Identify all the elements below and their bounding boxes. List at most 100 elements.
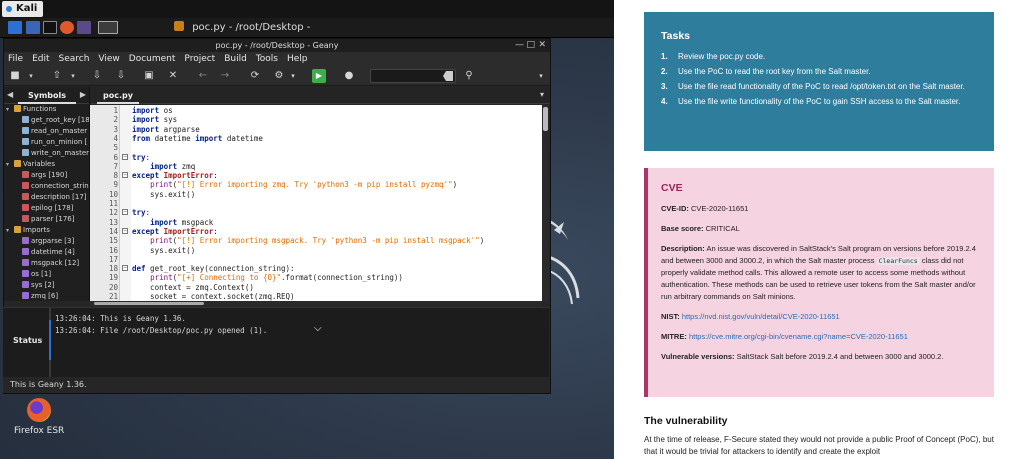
fold-toggle-icon[interactable]: − xyxy=(122,172,128,179)
symbol-item[interactable]: description [17] xyxy=(4,192,89,203)
fold-toggle-icon[interactable]: − xyxy=(122,153,128,160)
save-icon[interactable]: ⇩ xyxy=(90,69,104,83)
forward-icon[interactable]: → xyxy=(218,69,232,83)
new-dropdown-icon[interactable]: ▾ xyxy=(24,69,38,83)
menu-edit[interactable]: Edit xyxy=(32,52,49,66)
symbol-label: zmq [6] xyxy=(31,292,59,300)
code-editor[interactable]: 1 2 3 4 5 6 7 8 9 10 11 12 13 14 15 16 17 18 19 20 21 import… xyxy=(90,105,542,301)
symbol-icon xyxy=(22,259,29,266)
close-icon[interactable]: ✕ xyxy=(538,39,546,52)
symbol-category[interactable]: ▾ Imports xyxy=(4,225,89,236)
open-dropdown-icon[interactable]: ▾ xyxy=(66,69,80,83)
cve-description-label: Description: xyxy=(661,244,705,253)
symbol-item[interactable]: os [1] xyxy=(4,269,89,280)
menu-document[interactable]: Document xyxy=(129,52,176,66)
symbol-tree: ▾ Functions get_root_key [18] read_on_maste… xyxy=(4,104,89,302)
symbol-item[interactable]: zmq [6] xyxy=(4,291,89,302)
new-file-icon[interactable]: ■ xyxy=(8,69,22,83)
editor-vertical-scrollbar[interactable] xyxy=(542,105,549,301)
symbol-item[interactable]: parser [176] xyxy=(4,214,89,225)
tab-symbols[interactable]: Symbols xyxy=(18,87,76,104)
active-tab-indicator xyxy=(49,320,51,360)
fold-toggle-icon[interactable]: − xyxy=(122,227,128,234)
save-all-icon[interactable]: ⇩ xyxy=(114,69,128,83)
menu-view[interactable]: View xyxy=(98,52,119,66)
file-manager-icon[interactable] xyxy=(26,21,40,34)
search-clear-icon[interactable] xyxy=(443,71,453,81)
menu-build[interactable]: Build xyxy=(224,52,247,66)
kali-menu-button[interactable]: Kali xyxy=(2,1,44,17)
cve-nist-link[interactable]: https://nvd.nist.gov/vuln/detail/CVE-202… xyxy=(682,312,840,321)
menu-search[interactable]: Search xyxy=(59,52,90,66)
open-file-icon[interactable]: ⇧ xyxy=(50,69,64,83)
symbol-icon xyxy=(22,292,29,299)
tab-list-dropdown-icon[interactable]: ▾ xyxy=(540,90,544,99)
status-tab-label[interactable]: Status xyxy=(13,336,42,345)
menu-help[interactable]: Help xyxy=(287,52,308,66)
expander-icon[interactable]: ▾ xyxy=(6,159,14,170)
settings-launcher-icon[interactable] xyxy=(77,21,91,34)
expander-icon[interactable]: ▾ xyxy=(6,225,14,236)
close-file-icon[interactable]: ✕ xyxy=(166,69,180,83)
symbol-label: write_on_master xyxy=(31,149,89,157)
category-icon xyxy=(14,226,21,233)
menu-file[interactable]: File xyxy=(8,52,23,66)
workspace-switcher[interactable] xyxy=(98,21,118,34)
symbol-item[interactable]: connection_strin xyxy=(4,181,89,192)
symbol-item[interactable]: run_on_minion [ xyxy=(4,137,89,148)
symbol-item[interactable]: write_on_master xyxy=(4,148,89,159)
taskbar-geany-task[interactable]: poc.py - /root/Desktop - ... xyxy=(174,20,314,49)
symbol-item[interactable]: args [190] xyxy=(4,170,89,181)
color-chooser-icon[interactable]: ● xyxy=(342,69,356,83)
message-window: Status 13:26:04: This is Geany 1.36. 13:… xyxy=(3,307,549,378)
firefox-desktop-shortcut[interactable]: Firefox ESR xyxy=(14,398,64,436)
maximize-icon[interactable]: □ xyxy=(526,39,535,52)
symbol-item[interactable]: sys [2] xyxy=(4,280,89,291)
line-number: 21 xyxy=(108,292,118,301)
menu-project[interactable]: Project xyxy=(184,52,215,66)
terminal-icon[interactable] xyxy=(43,21,57,34)
symbol-label: Functions xyxy=(23,105,57,113)
menu-tools[interactable]: Tools xyxy=(256,52,278,66)
fold-toggle-icon[interactable]: − xyxy=(122,265,128,272)
build-settings-icon[interactable]: ⚙ xyxy=(272,69,286,83)
search-icon[interactable]: ⚲ xyxy=(462,69,476,83)
back-icon[interactable]: ← xyxy=(196,69,210,83)
category-icon xyxy=(14,160,21,167)
firefox-launcher-icon[interactable] xyxy=(60,21,74,34)
vertical-scroll-thumb[interactable] xyxy=(543,107,548,131)
kali-top-panel: Kali xyxy=(0,0,614,18)
symbol-item[interactable]: read_on_master [ xyxy=(4,126,89,137)
symbol-item[interactable]: get_root_key [18] xyxy=(4,115,89,126)
symbol-item[interactable]: msgpack [12] xyxy=(4,258,89,269)
symbol-item[interactable]: datetime [4] xyxy=(4,247,89,258)
symbol-category[interactable]: ▾ Variables xyxy=(4,159,89,170)
symbol-icon xyxy=(22,281,29,288)
toolbar-overflow-icon[interactable]: ▾ xyxy=(534,69,548,83)
expander-icon[interactable]: ▾ xyxy=(6,104,14,115)
fold-toggle-icon[interactable]: − xyxy=(122,209,128,216)
cve-mitre-link[interactable]: https://cve.mitre.org/cgi-bin/cvename.cg… xyxy=(689,332,908,341)
editor-horizontal-scrollbar[interactable] xyxy=(90,301,542,306)
tab-right-arrow-icon[interactable]: ▶ xyxy=(80,90,86,99)
symbol-item[interactable]: epilog [178] xyxy=(4,203,89,214)
geany-title-bar[interactable]: poc.py - /root/Desktop - Geany — □ ✕ xyxy=(4,39,550,52)
minimize-icon[interactable]: — xyxy=(515,39,524,52)
kali-menu-label: Kali xyxy=(16,3,38,14)
build-dropdown-icon[interactable]: ▾ xyxy=(286,69,300,83)
tasks-box: Tasks 1. Review the poc.py code. 2. Use th… xyxy=(644,12,994,151)
symbol-icon xyxy=(22,149,29,156)
run-icon[interactable]: ▶ xyxy=(312,69,326,83)
symbol-label: args [190] xyxy=(31,171,68,179)
reload-icon[interactable]: ⟳ xyxy=(248,69,262,83)
show-desktop-icon[interactable] xyxy=(8,21,22,34)
tab-left-arrow-icon[interactable]: ◀ xyxy=(7,90,13,99)
symbol-label: connection_strin xyxy=(31,182,89,190)
revert-icon[interactable]: ▣ xyxy=(142,69,156,83)
tab-poc-py[interactable]: poc.py xyxy=(97,87,139,104)
symbol-item[interactable]: argparse [3] xyxy=(4,236,89,247)
cve-id-value: CVE-2020-11651 xyxy=(691,204,749,213)
symbol-category[interactable]: ▾ Functions xyxy=(4,104,89,115)
horizontal-scroll-thumb[interactable] xyxy=(94,302,204,305)
toolbar-search-input[interactable] xyxy=(370,69,456,83)
